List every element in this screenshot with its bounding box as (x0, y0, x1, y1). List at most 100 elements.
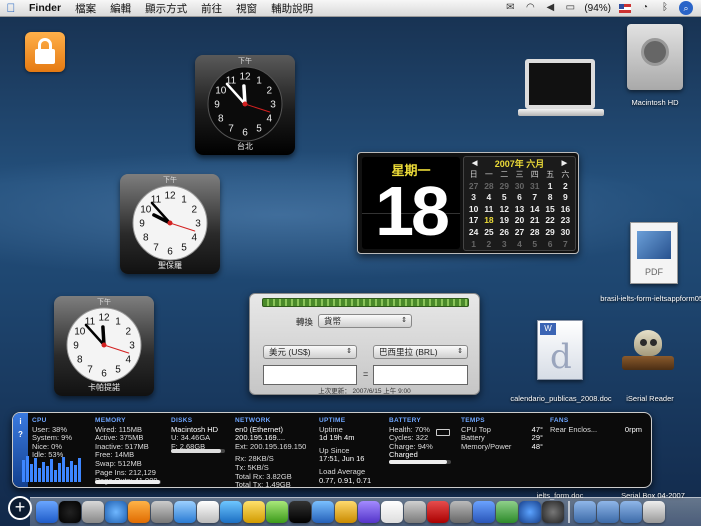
preferences-icon[interactable] (151, 501, 173, 523)
spotlight-icon[interactable]: ⌕ (679, 1, 693, 15)
utility-icon[interactable] (358, 501, 380, 523)
applications-folder-icon[interactable] (620, 501, 642, 523)
calendar-date-cell[interactable]: 2 (481, 239, 496, 251)
from-unit-select[interactable]: 美元 (US$) ⇕ (263, 345, 357, 359)
prev-month-icon[interactable]: ◀ (472, 159, 477, 167)
movie-icon[interactable] (289, 501, 311, 523)
calendar-date-cell[interactable]: 17 (466, 215, 481, 227)
ical-icon[interactable] (381, 501, 403, 523)
calendar-date-cell[interactable]: 11 (481, 204, 496, 216)
menu-file[interactable]: 檔案 (68, 1, 103, 16)
calendar-date-cell[interactable]: 16 (558, 204, 573, 216)
info-icon[interactable]: i (13, 417, 28, 426)
dictionary-icon[interactable] (427, 501, 449, 523)
calendar-date-cell[interactable]: 3 (497, 239, 512, 251)
calendar-date-cell[interactable]: 6 (542, 239, 557, 251)
calendar-date-cell[interactable]: 12 (497, 204, 512, 216)
calendar-date-cell[interactable]: 9 (558, 192, 573, 204)
to-unit-select[interactable]: 巴西里拉 (BRL) ⇕ (373, 345, 468, 359)
pdf-file-label[interactable]: brasil-ielts-form-ieltsappform05-3 (600, 294, 701, 303)
world-clock-widget[interactable]: 下午 1 2 3 4 5 6 7 8 9 10 11 12 台北 (195, 55, 295, 155)
unit-converter-widget[interactable]: 轉換 貨幣 ⇕ 美元 (US$) ⇕ 巴西里拉 (BRL) ⇕ = 上次更新： … (249, 293, 480, 395)
calendar-date-cell[interactable]: 25 (481, 227, 496, 239)
calendar-date-cell[interactable]: 5 (527, 239, 542, 251)
calculator-icon[interactable] (450, 501, 472, 523)
help-icon[interactable]: ? (13, 430, 28, 439)
calendar-date-cell[interactable]: 13 (512, 204, 527, 216)
scripts-icon[interactable] (335, 501, 357, 523)
calendar-date-cell[interactable]: 6 (512, 192, 527, 204)
ichat-icon[interactable] (174, 501, 196, 523)
stickies-icon[interactable] (243, 501, 265, 523)
calendar-date-cell[interactable]: 1 (542, 181, 557, 193)
calendar-day-panel[interactable]: 星期一 18 (362, 157, 460, 250)
calendar-date-cell[interactable]: 27 (512, 227, 527, 239)
word-icon[interactable] (473, 501, 495, 523)
volume-icon[interactable]: ◀ (544, 3, 556, 13)
address-book-icon[interactable] (197, 501, 219, 523)
calendar-date-cell[interactable]: 27 (466, 181, 481, 193)
menu-help[interactable]: 輔助說明 (264, 1, 320, 16)
bluetooth-icon[interactable]: ᛒ (659, 3, 671, 13)
iserial-reader-icon[interactable] (620, 330, 676, 374)
calendar-date-cell[interactable]: 28 (481, 181, 496, 193)
menu-window[interactable]: 視窗 (229, 1, 264, 16)
calendar-date-cell[interactable]: 19 (497, 215, 512, 227)
calendar-date-cell[interactable]: 8 (542, 192, 557, 204)
calendar-date-cell[interactable]: 3 (466, 192, 481, 204)
calendar-date-cell[interactable]: 15 (542, 204, 557, 216)
mail-icon[interactable]: ✉ (504, 3, 516, 13)
calendar-date-cell[interactable]: 31 (527, 181, 542, 193)
next-month-icon[interactable]: ▶ (562, 159, 567, 167)
excel-icon[interactable] (496, 501, 518, 523)
calendar-date-cell[interactable]: 20 (512, 215, 527, 227)
finder-icon[interactable] (36, 501, 58, 523)
calendar-date-cell[interactable]: 10 (466, 204, 481, 216)
calendar-date-cell[interactable]: 5 (497, 192, 512, 204)
globe-icon[interactable] (519, 501, 541, 523)
calendar-date-cell[interactable]: 23 (558, 215, 573, 227)
world-clock-widget[interactable]: 下午 1 2 3 4 5 6 7 8 9 10 11 12 卡帕提諾 (54, 296, 154, 396)
calendar-date-cell[interactable]: 21 (527, 215, 542, 227)
calendar-date-cell[interactable]: 7 (527, 192, 542, 204)
documents-folder-icon[interactable] (574, 501, 596, 523)
menu-go[interactable]: 前往 (194, 1, 229, 16)
input-menu-flag-icon[interactable] (619, 3, 631, 13)
calendar-date-cell[interactable]: 29 (497, 181, 512, 193)
calendar-date-cell[interactable]: 1 (466, 239, 481, 251)
to-value-input[interactable] (373, 365, 468, 385)
calendar-date-cell[interactable]: 29 (542, 227, 557, 239)
wifi-icon[interactable]: ◠ (524, 3, 536, 13)
battery-icon[interactable]: ▭ (564, 3, 576, 13)
apple-menu-icon[interactable]:  (0, 1, 22, 15)
calendar-date-cell[interactable]: 30 (558, 227, 573, 239)
pdf-file-icon[interactable]: PDF (630, 222, 678, 284)
terminal-icon[interactable] (266, 501, 288, 523)
calendar-date-cell[interactable]: 22 (542, 215, 557, 227)
calendar-date-cell[interactable]: 30 (512, 181, 527, 193)
converter-type-select[interactable]: 貨幣 ⇕ (318, 314, 412, 328)
calendar-date-cell[interactable]: 18 (481, 215, 496, 227)
menu-app-finder[interactable]: Finder (22, 2, 68, 14)
menu-view[interactable]: 顯示方式 (138, 1, 194, 16)
firefox-icon[interactable] (128, 501, 150, 523)
laptop-icon[interactable] (525, 59, 595, 109)
mail-app-icon[interactable] (82, 501, 104, 523)
quicktime-icon[interactable] (542, 501, 564, 523)
calendar-date-cell[interactable]: 26 (497, 227, 512, 239)
calendar-date-cell[interactable]: 14 (527, 204, 542, 216)
from-value-input[interactable] (263, 365, 357, 385)
trash-icon[interactable] (643, 501, 665, 523)
calendar-date-cell[interactable]: 2 (558, 181, 573, 193)
calendar-date-cell[interactable]: 4 (481, 192, 496, 204)
itunes-icon[interactable] (220, 501, 242, 523)
hard-drive-icon[interactable] (627, 24, 683, 90)
dashboard-icon[interactable] (59, 501, 81, 523)
world-clock-widget[interactable]: 下午 1 2 3 4 5 6 7 8 9 10 11 12 聖保羅 (120, 174, 220, 274)
network-icon[interactable] (312, 501, 334, 523)
sync-icon[interactable]: ◔ (639, 3, 651, 13)
calendar-date-cell[interactable]: 4 (512, 239, 527, 251)
calendar-date-cell[interactable]: 7 (558, 239, 573, 251)
battery-percent[interactable]: (94%) (584, 3, 611, 14)
word-doc-icon[interactable]: Wd (537, 320, 583, 380)
